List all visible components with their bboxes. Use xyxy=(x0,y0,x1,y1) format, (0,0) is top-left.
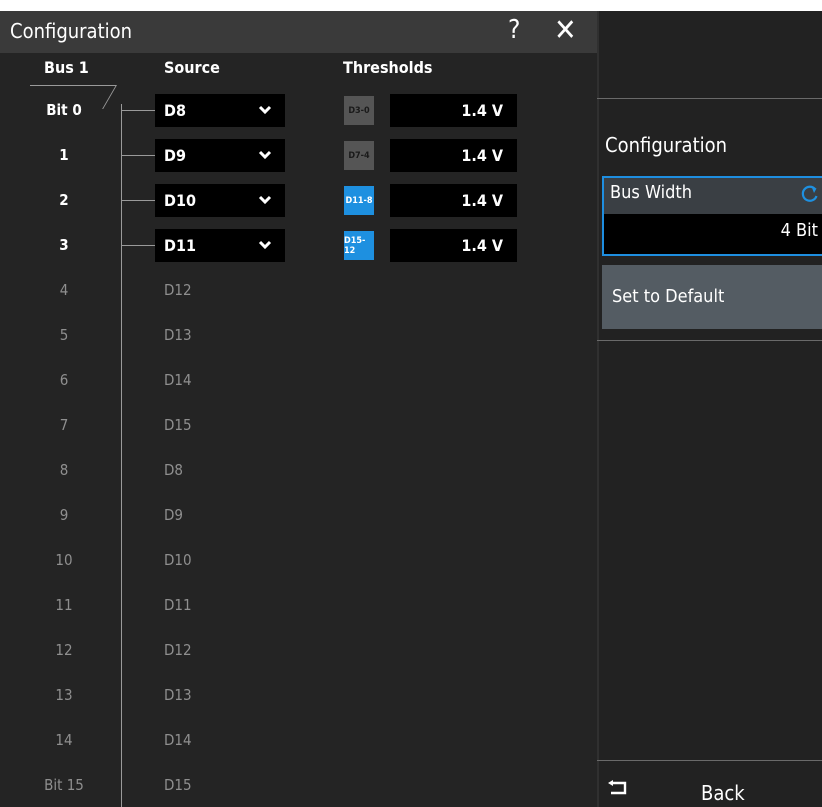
bit-label: 9 xyxy=(59,506,69,524)
bit-label: 3 xyxy=(59,236,69,254)
bit-label: 6 xyxy=(59,371,69,389)
source-label: D13 xyxy=(164,686,192,704)
thresholds-column-header: Thresholds xyxy=(343,58,433,77)
bit-wire xyxy=(121,245,155,246)
back-arrow-icon xyxy=(608,780,627,795)
refresh-icon[interactable] xyxy=(800,184,820,204)
bit-label: 13 xyxy=(55,686,73,704)
source-dropdown[interactable]: D11 xyxy=(155,229,285,262)
source-label: D12 xyxy=(164,281,192,299)
bit-label: 10 xyxy=(55,551,73,569)
threshold-group-badge: D11-8 xyxy=(344,186,374,215)
dialog-title: Configuration xyxy=(10,19,133,43)
source-value: D8 xyxy=(164,101,186,120)
threshold-value: 1.4 V xyxy=(461,236,503,255)
bus-width-label: Bus Width xyxy=(610,182,692,203)
panel-edge xyxy=(597,11,599,807)
threshold-input[interactable]: 1.4 V xyxy=(390,94,517,127)
bit-label: Bit 0 xyxy=(46,101,82,119)
source-label: D14 xyxy=(164,731,192,749)
bit-label: 4 xyxy=(59,281,69,299)
bit-label: 11 xyxy=(55,596,73,614)
bit-label: 14 xyxy=(55,731,73,749)
source-label: D13 xyxy=(164,326,192,344)
set-to-default-button[interactable]: Set to Default xyxy=(602,265,822,329)
source-label: D12 xyxy=(164,641,192,659)
source-dropdown[interactable]: D9 xyxy=(155,139,285,172)
bit-label: 12 xyxy=(55,641,73,659)
chevron-down-icon[interactable] xyxy=(257,237,273,253)
bus-width-value: 4 Bit xyxy=(780,220,818,241)
source-value: D11 xyxy=(164,236,196,255)
threshold-value: 1.4 V xyxy=(461,101,503,120)
threshold-input[interactable]: 1.4 V xyxy=(390,184,517,217)
source-value: D9 xyxy=(164,146,186,165)
bus-width-value-field[interactable]: 4 Bit xyxy=(604,214,822,254)
threshold-value: 1.4 V xyxy=(461,191,503,210)
chevron-down-icon[interactable] xyxy=(257,147,273,163)
close-icon[interactable]: ✕ xyxy=(554,13,577,48)
configuration-dialog: Configuration ? ✕ Bus 1 Source Threshold… xyxy=(0,11,597,807)
source-value: D10 xyxy=(164,191,196,210)
bit-label: 5 xyxy=(59,326,69,344)
bit-wire xyxy=(121,155,155,156)
bus-column-header: Bus 1 xyxy=(44,58,89,77)
threshold-group-badge: D7-4 xyxy=(344,141,374,170)
source-dropdown[interactable]: D8 xyxy=(155,94,285,127)
chevron-down-icon[interactable] xyxy=(257,102,273,118)
bit-label: 8 xyxy=(59,461,69,479)
bit-wire xyxy=(121,110,155,111)
bit-label: 2 xyxy=(59,191,69,209)
set-to-default-label: Set to Default xyxy=(612,286,725,307)
source-label: D11 xyxy=(164,596,192,614)
help-icon[interactable]: ? xyxy=(508,15,520,45)
source-label: D9 xyxy=(164,506,183,524)
threshold-value: 1.4 V xyxy=(461,146,503,165)
threshold-group-badge: D15-12 xyxy=(344,231,374,260)
source-label: D10 xyxy=(164,551,192,569)
bus-width-control[interactable]: Bus Width 4 Bit xyxy=(602,176,822,256)
panel-divider xyxy=(597,98,822,99)
chevron-down-icon[interactable] xyxy=(257,192,273,208)
source-label: D8 xyxy=(164,461,183,479)
dialog-title-bar: Configuration ? ✕ xyxy=(0,11,597,53)
threshold-group-badge: D3-0 xyxy=(344,96,374,125)
source-label: D15 xyxy=(164,416,192,434)
threshold-input[interactable]: 1.4 V xyxy=(390,139,517,172)
bit-label: 1 xyxy=(59,146,69,164)
side-panel: Configuration Bus Width 4 Bit Set to Def… xyxy=(597,11,822,807)
bus-line-vertical xyxy=(121,104,122,807)
source-dropdown[interactable]: D10 xyxy=(155,184,285,217)
back-label: Back xyxy=(701,781,745,805)
panel-divider xyxy=(597,340,822,341)
bit-wire xyxy=(121,200,155,201)
bit-label: 7 xyxy=(59,416,69,434)
source-column-header: Source xyxy=(164,58,220,77)
panel-title: Configuration xyxy=(605,133,728,157)
source-label: D15 xyxy=(164,776,192,794)
back-button[interactable]: Back xyxy=(597,759,822,807)
bus-line-top xyxy=(30,85,116,86)
threshold-input[interactable]: 1.4 V xyxy=(390,229,517,262)
bit-label: Bit 15 xyxy=(44,776,84,794)
bus-line-bend xyxy=(102,85,117,109)
source-label: D14 xyxy=(164,371,192,389)
